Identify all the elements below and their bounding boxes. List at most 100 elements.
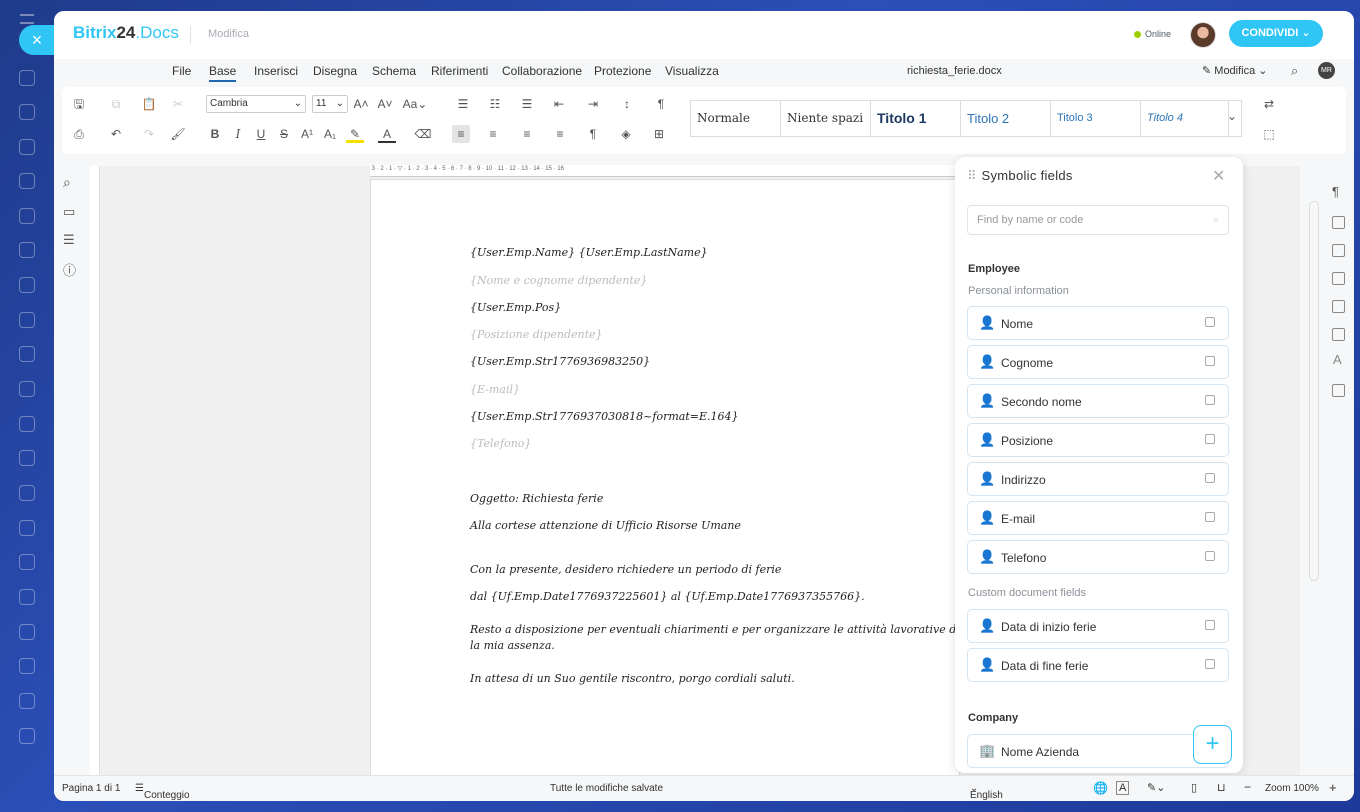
crm-icon[interactable]: [19, 346, 35, 362]
increase-indent-icon[interactable]: ⇥: [584, 95, 602, 113]
bold-icon[interactable]: B: [206, 125, 224, 143]
field-secondo-nome[interactable]: 👤 Secondo nome: [967, 384, 1229, 418]
docs-icon[interactable]: [19, 139, 35, 155]
store-icon[interactable]: [19, 693, 35, 709]
doc-line[interactable]: {E-mail}: [470, 383, 520, 396]
doc-line[interactable]: Oggetto: Richiesta ferie: [470, 492, 603, 505]
avatar[interactable]: [1190, 22, 1216, 48]
nonprinting-chars-icon[interactable]: ¶: [584, 125, 602, 143]
doc-line[interactable]: {Nome e cognome dipendente}: [470, 274, 647, 287]
automation-icon[interactable]: [19, 624, 35, 640]
field-nome[interactable]: 👤 Nome: [967, 306, 1229, 340]
copy-icon[interactable]: ⧉: [107, 95, 125, 113]
underline-icon[interactable]: U: [252, 125, 270, 143]
style-titolo-4[interactable]: Titolo 4: [1141, 101, 1229, 136]
copy-icon[interactable]: [1205, 512, 1215, 522]
field-cognome[interactable]: 👤 Cognome: [967, 345, 1229, 379]
horizontal-ruler[interactable]: 3 · 2 · 1 · ▽ · 1 · 2 · 3 · 4 · 5 · 6 · …: [370, 165, 960, 177]
field-telefono[interactable]: 👤 Telefono: [967, 540, 1229, 574]
chart-icon[interactable]: [1332, 328, 1345, 341]
format-painter-icon[interactable]: 🖌: [169, 125, 187, 143]
style-niente-spazi[interactable]: Niente spazi: [781, 101, 871, 136]
doc-line[interactable]: {Telefono}: [470, 437, 531, 450]
copy-icon[interactable]: [1205, 434, 1215, 444]
booking-icon[interactable]: [19, 554, 35, 570]
copy-icon[interactable]: [1205, 620, 1215, 630]
board-icon[interactable]: [19, 312, 35, 328]
drag-handle-icon[interactable]: ⠿: [967, 168, 976, 183]
align-center-icon[interactable]: ≡: [484, 125, 502, 143]
tasks-icon[interactable]: [19, 173, 35, 189]
field-email[interactable]: 👤 E-mail: [967, 501, 1229, 535]
menu-visualizza[interactable]: Visualizza: [665, 64, 719, 78]
style-normale[interactable]: Normale: [691, 101, 781, 136]
decrease-indent-icon[interactable]: ⇤: [550, 95, 568, 113]
menu-inserisci[interactable]: Inserisci: [254, 64, 298, 78]
align-right-icon[interactable]: ≡: [518, 125, 536, 143]
navigation-icon[interactable]: ☰: [63, 232, 75, 248]
textart-icon[interactable]: A: [1333, 352, 1342, 367]
zoom-in-icon[interactable]: +: [1329, 780, 1337, 795]
copy-icon[interactable]: [1205, 317, 1215, 327]
spellcheck-icon[interactable]: A: [1116, 781, 1130, 795]
document-page[interactable]: {User.Emp.Name} {User.Emp.LastName} {Nom…: [370, 179, 993, 779]
info-icon[interactable]: ⓘ: [63, 260, 76, 279]
paste-icon[interactable]: 📋: [140, 95, 158, 113]
doc-line[interactable]: {Posizione dipendente}: [470, 328, 603, 341]
menu-base[interactable]: Base: [209, 64, 237, 82]
user-avatar[interactable]: MR: [1318, 62, 1335, 79]
select-icon[interactable]: ⬚: [1260, 125, 1278, 143]
borders-icon[interactable]: ⊞: [650, 125, 668, 143]
mail-icon[interactable]: [19, 381, 35, 397]
doc-line[interactable]: {User.Emp.Str1776936983250}: [470, 355, 650, 368]
justify-icon[interactable]: ≡: [551, 125, 569, 143]
field-indirizzo[interactable]: 👤 Indirizzo: [967, 462, 1229, 496]
subscript-icon[interactable]: A₁: [321, 125, 339, 143]
style-titolo-1[interactable]: Titolo 1: [871, 101, 961, 136]
clear-format-icon[interactable]: ⌫: [414, 125, 432, 143]
cut-icon[interactable]: ✂: [169, 95, 187, 113]
shop-icon[interactable]: [19, 485, 35, 501]
menu-icon[interactable]: [20, 14, 34, 24]
print-icon[interactable]: ⎙: [70, 125, 88, 143]
edit-mode-button[interactable]: ✎ Modifica ⌄: [1202, 64, 1268, 77]
doc-line[interactable]: {User.Emp.Name} {User.Emp.LastName}: [470, 246, 708, 259]
superscript-icon[interactable]: A¹: [298, 125, 316, 143]
style-titolo-3[interactable]: Titolo 3: [1051, 101, 1141, 136]
menu-riferimenti[interactable]: Riferimenti: [431, 64, 488, 78]
filter-icon[interactable]: [19, 450, 35, 466]
numbered-list-icon[interactable]: ☷: [486, 95, 504, 113]
sites-icon[interactable]: [19, 520, 35, 536]
highlight-icon[interactable]: ✎: [346, 125, 364, 143]
copy-icon[interactable]: [1205, 659, 1215, 669]
menu-collaborazione[interactable]: Collaborazione: [502, 64, 582, 78]
vertical-scrollbar[interactable]: [1309, 201, 1319, 581]
add-field-button[interactable]: +: [1193, 725, 1232, 764]
calendar-icon[interactable]: [19, 242, 35, 258]
doc-line[interactable]: Con la presente, desidero richiedere un …: [470, 563, 781, 576]
undo-icon[interactable]: ↶: [107, 125, 125, 143]
contacts-icon[interactable]: [19, 416, 35, 432]
doc-line[interactable]: Resto a disposizione per eventuali chiar…: [470, 623, 993, 636]
comments-icon[interactable]: ▭: [63, 204, 75, 220]
strikethrough-icon[interactable]: S: [275, 125, 293, 143]
close-button[interactable]: ×: [19, 25, 55, 55]
search-icon[interactable]: ⌕: [1291, 63, 1298, 79]
more-icon[interactable]: [19, 728, 35, 744]
image-icon[interactable]: [1332, 244, 1345, 257]
doc-line[interactable]: {User.Emp.Pos}: [470, 301, 561, 314]
header-footer-icon[interactable]: [1332, 272, 1345, 285]
shape-icon[interactable]: [1332, 300, 1345, 313]
document-icon[interactable]: [19, 277, 35, 293]
track-changes-icon[interactable]: ✎⌄: [1147, 781, 1165, 794]
drive-icon[interactable]: [19, 208, 35, 224]
align-left-icon[interactable]: ≡: [452, 125, 470, 143]
field-search-input[interactable]: Find by name or code ⌕: [967, 205, 1229, 235]
table-icon[interactable]: [1332, 216, 1345, 229]
copy-icon[interactable]: [1205, 473, 1215, 483]
increase-font-icon[interactable]: A˄: [352, 95, 370, 113]
italic-icon[interactable]: I: [229, 125, 247, 143]
menu-disegna[interactable]: Disegna: [313, 64, 357, 78]
shading-icon[interactable]: ◈: [617, 125, 635, 143]
save-icon[interactable]: 🖫: [70, 95, 88, 113]
